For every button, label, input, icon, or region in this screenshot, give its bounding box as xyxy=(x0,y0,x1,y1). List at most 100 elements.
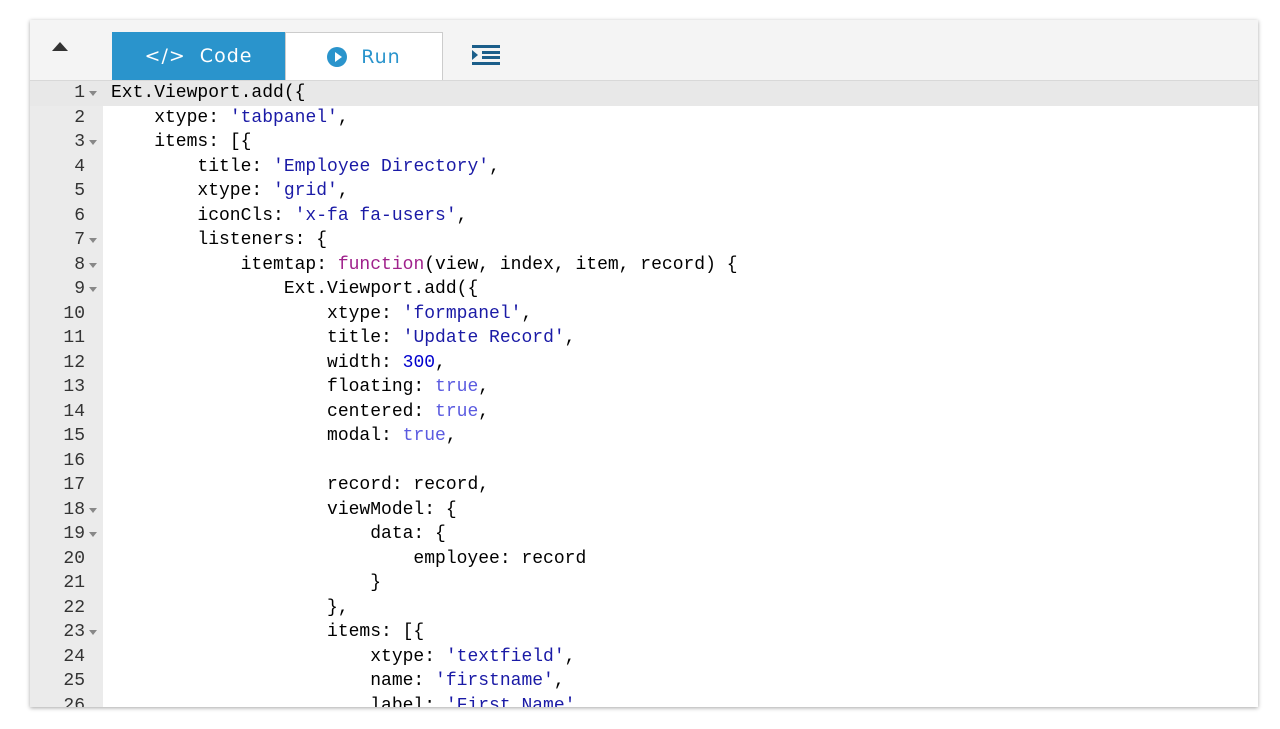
indent-guide xyxy=(111,351,154,376)
code-line[interactable]: 25 name: 'firstname', xyxy=(30,669,1258,694)
code-line[interactable]: 13 floating: true, xyxy=(30,375,1258,400)
code-token: , xyxy=(337,107,349,128)
code-line[interactable]: 22}, xyxy=(30,596,1258,621)
code-token: items: [{ xyxy=(327,622,425,642)
indent-guide xyxy=(154,228,197,253)
code-line[interactable]: 7 listeners: { xyxy=(30,228,1258,253)
code-token: itemtap: xyxy=(240,254,338,275)
code-line[interactable]: 8 itemtap: function(view, index, item, re… xyxy=(30,253,1258,278)
indent-guide xyxy=(241,400,284,425)
indent-guide xyxy=(284,473,327,498)
line-number: 5 xyxy=(74,181,85,201)
fold-arrow-icon[interactable] xyxy=(89,238,97,243)
code-line[interactable]: 20 employee: record xyxy=(30,547,1258,572)
code-token-str: 'tabpanel' xyxy=(229,107,338,128)
code-line[interactable]: 24 xtype: 'textfield', xyxy=(30,645,1258,670)
indent-guide xyxy=(197,694,240,708)
fold-arrow-icon[interactable] xyxy=(89,630,97,635)
indent-guide xyxy=(154,351,197,376)
code-token-str: 'firstname' xyxy=(435,671,554,691)
code-token-str: 'textfield' xyxy=(445,646,565,667)
collapse-up-icon[interactable] xyxy=(52,42,68,51)
indent-guide xyxy=(241,424,284,449)
code-text: xtype: 'tabpanel', xyxy=(111,106,349,131)
code-token: , xyxy=(553,671,565,691)
line-number: 15 xyxy=(63,426,85,446)
code-line[interactable]: 16 xyxy=(30,449,1258,474)
code-text: modal: true, xyxy=(111,424,457,449)
code-editor[interactable]: 1 Ext.Viewport.add({2 xtype: 'tabpanel', 3 i… xyxy=(30,81,1258,707)
code-token: , xyxy=(456,205,468,226)
code-token-str: 'First Name' xyxy=(445,695,576,708)
code-token-str: 'Employee Directory' xyxy=(273,156,490,177)
code-line[interactable]: 10 xtype: 'formpanel', xyxy=(30,302,1258,327)
indent-guide xyxy=(284,669,327,694)
indent-guide xyxy=(154,155,197,180)
fold-arrow-icon[interactable] xyxy=(89,507,97,513)
indent-guide xyxy=(197,669,240,694)
code-line[interactable]: 26 label: 'First Name', xyxy=(30,694,1258,708)
code-token: }, xyxy=(327,597,349,618)
fold-arrow-icon[interactable] xyxy=(89,262,97,268)
code-text: record: record, xyxy=(111,473,489,498)
code-token-num: 300 xyxy=(402,352,436,373)
code-line[interactable]: 4 title: 'Employee Directory', xyxy=(30,155,1258,180)
code-text: listeners: { xyxy=(111,228,327,253)
code-token: , xyxy=(478,401,490,422)
fold-arrow-icon[interactable] xyxy=(89,91,97,96)
code-line[interactable]: 5 xtype: 'grid', xyxy=(30,179,1258,204)
line-number: 22 xyxy=(63,597,85,618)
indent-guide xyxy=(284,498,327,523)
format-indent-icon[interactable] xyxy=(472,45,500,65)
fold-arrow-icon[interactable] xyxy=(89,287,97,292)
code-line[interactable]: 21} xyxy=(30,571,1258,596)
line-number: 16 xyxy=(63,450,85,471)
code-line[interactable]: 19 data: { xyxy=(30,522,1258,547)
indent-guide xyxy=(111,669,154,694)
indent-guide xyxy=(197,400,240,425)
code-token: viewModel: { xyxy=(327,499,457,520)
code-line[interactable]: 9 Ext.Viewport.add({ xyxy=(30,277,1258,302)
code-line[interactable]: 2 xtype: 'tabpanel', xyxy=(30,106,1258,131)
indent-guide xyxy=(111,498,154,523)
code-line[interactable]: 23 items: [{ xyxy=(30,620,1258,645)
code-token: modal: xyxy=(327,426,403,446)
code-line[interactable]: 11 title: 'Update Record', xyxy=(30,326,1258,351)
indent-guide xyxy=(327,547,370,572)
code-token: } xyxy=(370,573,382,593)
code-token: listeners: { xyxy=(197,230,328,250)
code-text: } xyxy=(111,571,381,596)
code-line[interactable]: 15 modal: true, xyxy=(30,424,1258,449)
code-line[interactable]: 17 record: record, xyxy=(30,473,1258,498)
indent-guide xyxy=(197,547,240,572)
toolbar: </> Code Run xyxy=(30,20,1258,81)
indent-guide xyxy=(241,498,284,523)
indent-guide xyxy=(111,375,154,400)
code-line[interactable]: 12 width: 300, xyxy=(30,351,1258,376)
code-line[interactable]: 18 viewModel: { xyxy=(30,498,1258,523)
fold-arrow-icon[interactable] xyxy=(89,532,97,537)
code-token: width: xyxy=(327,352,403,373)
code-token-bool: true xyxy=(435,377,479,397)
indent-guide xyxy=(154,547,197,572)
code-token-bool: true xyxy=(435,401,479,422)
indent-guide xyxy=(241,669,284,694)
indent-guide xyxy=(154,522,197,547)
fold-arrow-icon[interactable] xyxy=(89,140,97,145)
code-text: xtype: 'formpanel', xyxy=(111,302,532,327)
indent-guide xyxy=(327,669,370,694)
code-line[interactable]: 1 Ext.Viewport.add({ xyxy=(30,81,1258,106)
line-number: 9 xyxy=(74,279,85,299)
indent-guide xyxy=(154,204,197,229)
tab-run[interactable]: Run xyxy=(285,32,443,80)
code-token: , xyxy=(575,695,587,708)
tab-code[interactable]: </> Code xyxy=(112,32,285,80)
line-number: 2 xyxy=(74,107,85,128)
code-text: viewModel: { xyxy=(111,498,457,523)
indent-guide xyxy=(154,302,197,327)
code-token: Ext.Viewport.add({ xyxy=(111,83,306,103)
code-line[interactable]: 3 items: [{ xyxy=(30,130,1258,155)
code-line[interactable]: 14 centered: true, xyxy=(30,400,1258,425)
code-line[interactable]: 6 iconCls: 'x-fa fa-users', xyxy=(30,204,1258,229)
code-token: Ext.Viewport.add({ xyxy=(283,279,479,299)
